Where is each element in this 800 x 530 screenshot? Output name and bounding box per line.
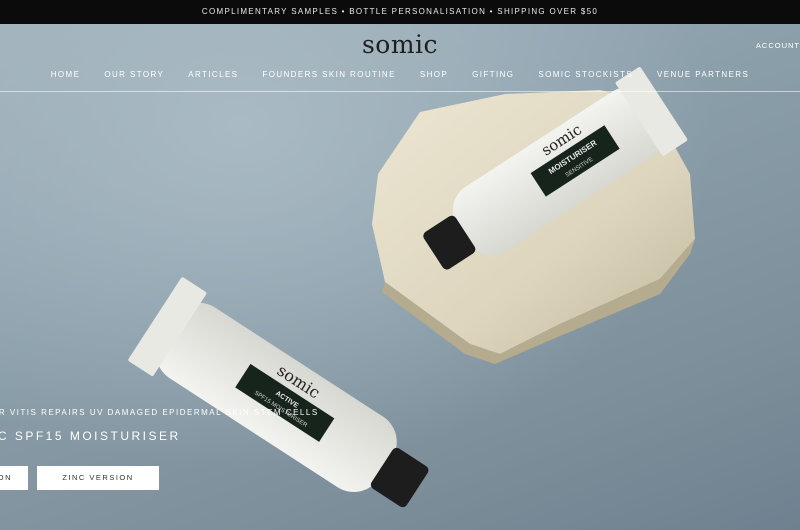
header-divider xyxy=(0,91,800,92)
hero-title: ic SPF15 Moisturiser xyxy=(0,429,181,443)
nav-item-shop[interactable]: Shop xyxy=(420,70,448,79)
nav-item-our-story[interactable]: Our Story xyxy=(104,70,164,79)
hero-product-image: somic MOISTURISER SENSITIVE somic ACTIVE… xyxy=(128,67,695,508)
nav-item-gifting[interactable]: Gifting xyxy=(472,70,514,79)
site-header: somic ACCOUNT Home Our Story Articles Fo… xyxy=(0,24,800,92)
nav-item-articles[interactable]: Articles xyxy=(188,70,238,79)
account-link[interactable]: ACCOUNT xyxy=(756,41,800,50)
nav-item-somic-stockists[interactable]: Somic Stockists xyxy=(538,70,633,79)
announcement-bar: Complimentary Samples • Bottle Personali… xyxy=(0,0,800,24)
hero-banner: somic MOISTURISER SENSITIVE somic ACTIVE… xyxy=(0,24,800,530)
hero-caption: ar vitis repairs uv damaged epidermal sk… xyxy=(0,408,319,417)
hero-zinc-version-button[interactable]: Zinc Version xyxy=(37,466,159,490)
site-logo[interactable]: somic xyxy=(0,30,800,59)
nav-item-founders-skin-routine[interactable]: Founders Skin Routine xyxy=(262,70,395,79)
main-nav: Home Our Story Articles Founders Skin Ro… xyxy=(0,70,800,79)
nav-item-venue-partners[interactable]: Venue Partners xyxy=(657,70,749,79)
nav-item-home[interactable]: Home xyxy=(51,70,81,79)
announcement-text: Complimentary Samples • Bottle Personali… xyxy=(201,7,599,16)
spf-moisturiser-tube: somic ACTIVE SPF15 MOISTURISER xyxy=(128,277,429,508)
hero-original-version-button[interactable]: on xyxy=(0,466,28,490)
